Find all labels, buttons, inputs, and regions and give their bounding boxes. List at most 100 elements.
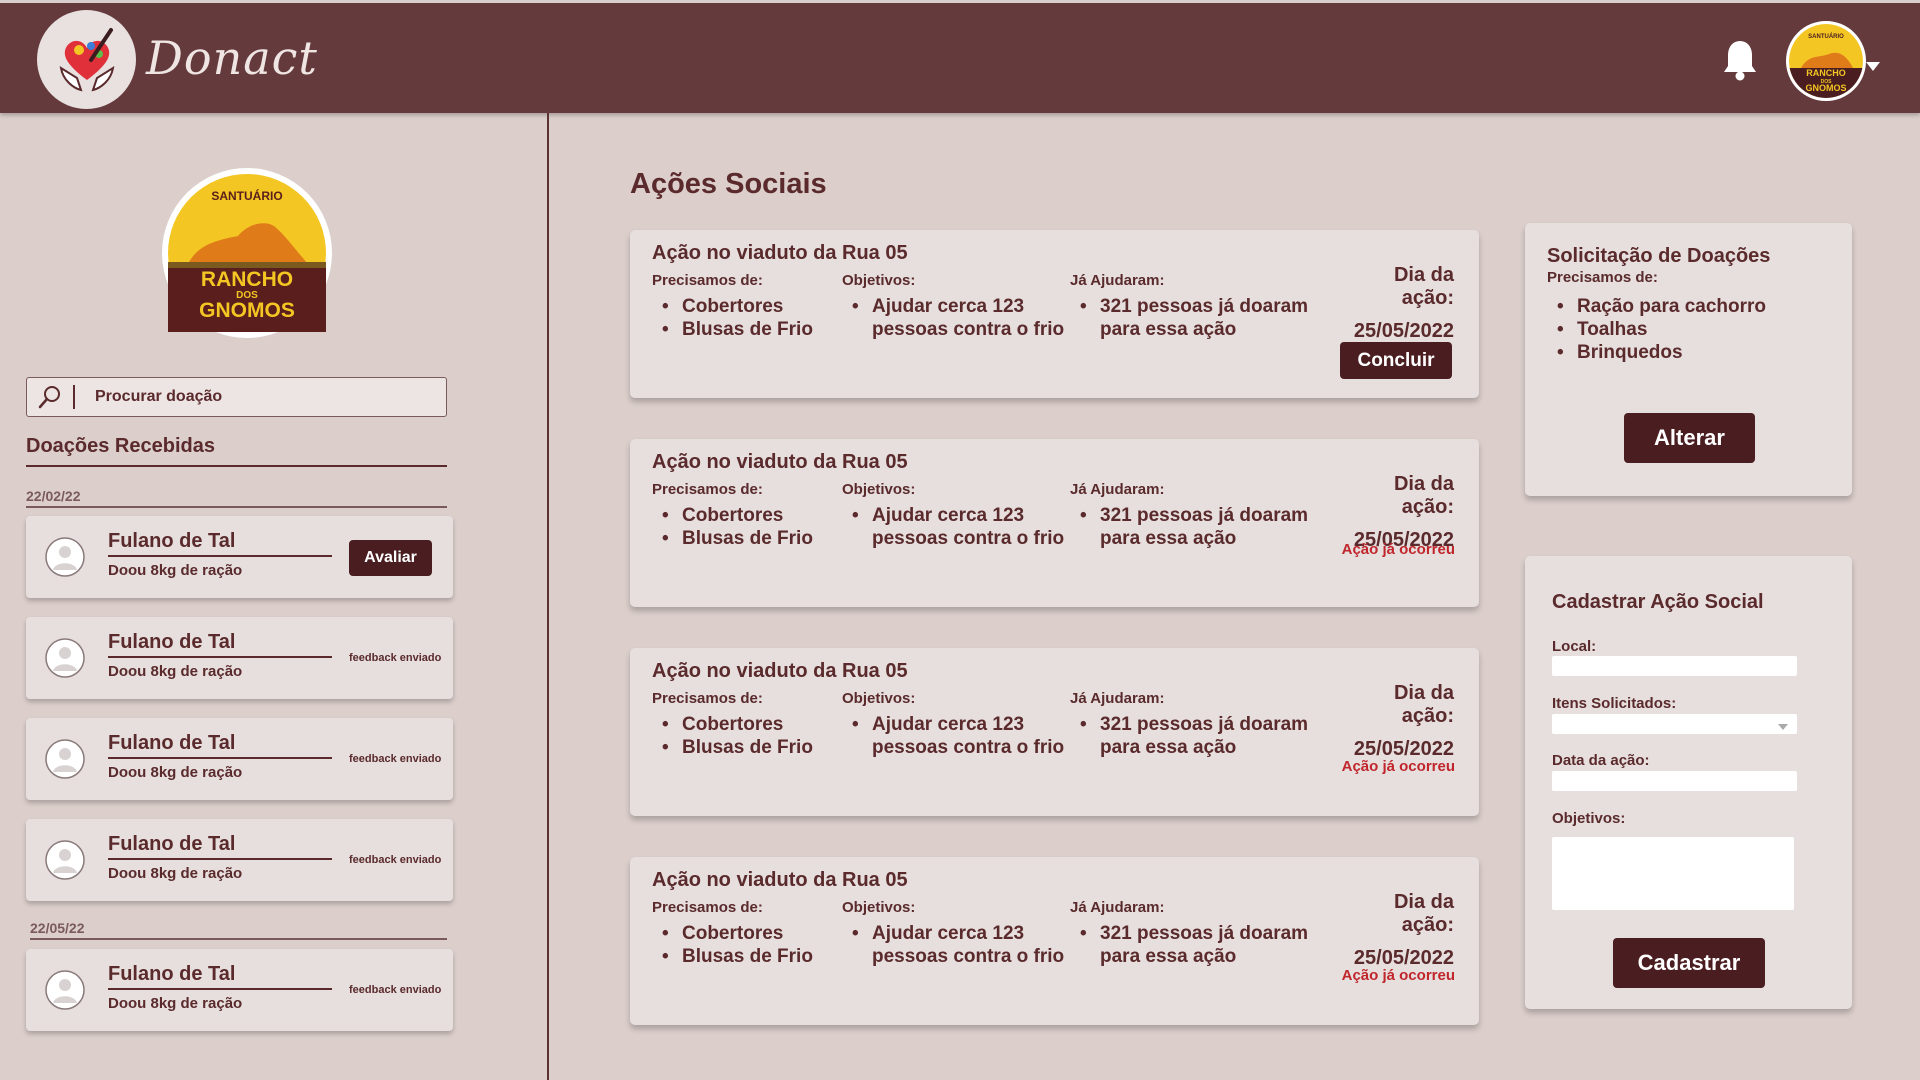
donations-received-title: Doações Recebidas — [26, 435, 447, 467]
notification-button[interactable] — [1722, 39, 1758, 86]
action-date-label: Dia da ação: — [1393, 891, 1454, 936]
action-title: Ação no viaduto da Rua 05 — [652, 451, 908, 473]
top-bar: Donact SANTUÁRIO RANCHO DOS GNOMOS — [0, 0, 1920, 113]
user-avatar-icon — [45, 970, 85, 1010]
action-date: Dia da ação: 25/05/2022 — [1342, 264, 1454, 343]
donor-name: Fulano de Tal — [108, 963, 332, 990]
donor-name: Fulano de Tal — [108, 732, 332, 759]
helped-column: Já Ajudaram: 321 pessoas já doarampara e… — [1070, 481, 1310, 550]
feedback-status: feedback enviado — [349, 652, 442, 664]
helped-column: Já Ajudaram: 321 pessoas já doarampara e… — [1070, 899, 1310, 968]
needs-column: Precisamos de: CobertoresBlusas de Frio — [652, 272, 813, 341]
helped-column: Já Ajudaram: 321 pessoas já doarampara e… — [1070, 272, 1310, 341]
chevron-down-icon[interactable] — [1778, 724, 1788, 730]
need-item: Cobertores — [652, 504, 813, 527]
needs-label: Precisamos de: — [652, 481, 763, 498]
action-status: Ação já ocorreu — [1341, 967, 1455, 984]
helped-item: para essa ação — [1100, 737, 1237, 758]
search-input[interactable] — [95, 388, 415, 406]
donor-name: Fulano de Tal — [108, 631, 332, 658]
app-logo[interactable] — [37, 10, 136, 109]
user-avatar-icon — [45, 537, 85, 577]
donation-card: Fulano de Tal Doou 8kg de ração feedback… — [26, 949, 453, 1031]
helped-column: Já Ajudaram: 321 pessoas já doarampara e… — [1070, 690, 1310, 759]
goal-item: Ajudar cerca 123 — [842, 713, 1072, 736]
goals-label: Objetivos: — [842, 272, 916, 289]
org-avatar-icon: SANTUÁRIO RANCHO DOS GNOMOS — [1789, 24, 1863, 98]
requested-items-list: Ração para cachorro Toalhas Brinquedos — [1547, 295, 1766, 364]
svg-text:RANCHO: RANCHO — [1806, 68, 1846, 78]
action-status: Ação já ocorreu — [1341, 541, 1455, 558]
helped-item: 321 pessoas já doaram — [1070, 504, 1310, 527]
need-item: Cobertores — [652, 713, 813, 736]
donor-name: Fulano de Tal — [108, 833, 332, 860]
page-title: Ações Sociais — [630, 168, 827, 200]
social-action-card: Ação no viaduto da Rua 05 Precisamos de:… — [630, 439, 1479, 607]
request-panel-subtitle: Precisamos de: — [1547, 269, 1658, 286]
helped-item: 321 pessoas já doaram — [1070, 295, 1310, 318]
goal-item: Ajudar cerca 123 — [842, 504, 1072, 527]
needs-column: Precisamos de: CobertoresBlusas de Frio — [652, 899, 813, 968]
helped-label: Já Ajudaram: — [1070, 899, 1165, 916]
register-panel-title: Cadastrar Ação Social — [1552, 591, 1764, 613]
action-date: Dia da ação: 25/05/2022 — [1342, 682, 1454, 761]
goal-item: pessoas contra o frio — [872, 319, 1065, 340]
org-logo-icon: SANTUÁRIO RANCHO DOS GNOMOS — [168, 174, 326, 332]
svg-text:GNOMOS: GNOMOS — [1805, 83, 1846, 93]
action-date-label: Dia da ação: — [1393, 473, 1454, 518]
org-logo: SANTUÁRIO RANCHO DOS GNOMOS — [162, 168, 332, 338]
local-input[interactable] — [1552, 656, 1797, 676]
search-icon[interactable] — [27, 385, 75, 409]
requested-item: Toalhas — [1547, 318, 1766, 341]
user-avatar-icon — [45, 638, 85, 678]
user-avatar-icon — [45, 840, 85, 880]
action-title: Ação no viaduto da Rua 05 — [652, 242, 908, 264]
goals-label: Objetivos: — [842, 899, 916, 916]
svg-text:SANTUÁRIO: SANTUÁRIO — [1808, 33, 1844, 40]
goals-textarea[interactable] — [1552, 837, 1794, 910]
helped-label: Já Ajudaram: — [1070, 272, 1165, 289]
donation-description: Doou 8kg de ração — [108, 562, 243, 579]
heart-hands-icon — [59, 27, 114, 91]
need-item: Blusas de Frio — [652, 945, 813, 968]
rate-button[interactable]: Avaliar — [349, 540, 432, 576]
svg-text:GNOMOS: GNOMOS — [199, 299, 295, 322]
action-status: Ação já ocorreu — [1341, 758, 1455, 775]
feedback-status: feedback enviado — [349, 984, 442, 996]
search-box — [26, 377, 447, 417]
requested-items-select[interactable] — [1552, 714, 1797, 734]
helped-item: 321 pessoas já doaram — [1070, 922, 1310, 945]
action-date-label: Data da ação: — [1552, 752, 1650, 769]
change-button[interactable]: Alterar — [1624, 413, 1755, 463]
donation-card: Fulano de Tal Doou 8kg de ração feedback… — [26, 718, 453, 800]
profile-dropdown-caret-icon[interactable] — [1866, 62, 1880, 71]
profile-avatar[interactable]: SANTUÁRIO RANCHO DOS GNOMOS — [1786, 21, 1866, 101]
goal-item: pessoas contra o frio — [872, 528, 1065, 549]
register-button[interactable]: Cadastrar — [1613, 938, 1765, 988]
brand-name: Donact — [146, 31, 318, 85]
need-item: Cobertores — [652, 922, 813, 945]
action-date-input[interactable] — [1552, 771, 1797, 791]
helped-item: para essa ação — [1100, 319, 1237, 340]
action-date-value: 25/05/2022 — [1353, 320, 1454, 342]
helped-label: Já Ajudaram: — [1070, 481, 1165, 498]
goal-item: Ajudar cerca 123 — [842, 295, 1072, 318]
conclude-button[interactable]: Concluir — [1340, 342, 1452, 379]
donation-description: Doou 8kg de ração — [108, 865, 243, 882]
donation-description: Doou 8kg de ração — [108, 995, 243, 1012]
social-action-card: Ação no viaduto da Rua 05 Precisamos de:… — [630, 857, 1479, 1025]
helped-item: para essa ação — [1100, 946, 1237, 967]
need-item: Blusas de Frio — [652, 318, 813, 341]
feedback-status: feedback enviado — [349, 753, 442, 765]
user-avatar-icon — [45, 739, 85, 779]
local-label: Local: — [1552, 638, 1597, 655]
requested-item: Ração para cachorro — [1547, 295, 1766, 318]
feedback-status: feedback enviado — [349, 854, 442, 866]
donation-card: Fulano de Tal Doou 8kg de ração feedback… — [26, 819, 453, 901]
goals-label: Objetivos: — [1552, 810, 1626, 827]
bell-icon — [1724, 41, 1756, 81]
goal-item: pessoas contra o frio — [872, 946, 1065, 967]
donation-card: Fulano de Tal Doou 8kg de ração feedback… — [26, 617, 453, 699]
needs-column: Precisamos de: CobertoresBlusas de Frio — [652, 481, 813, 550]
goals-label: Objetivos: — [842, 690, 916, 707]
